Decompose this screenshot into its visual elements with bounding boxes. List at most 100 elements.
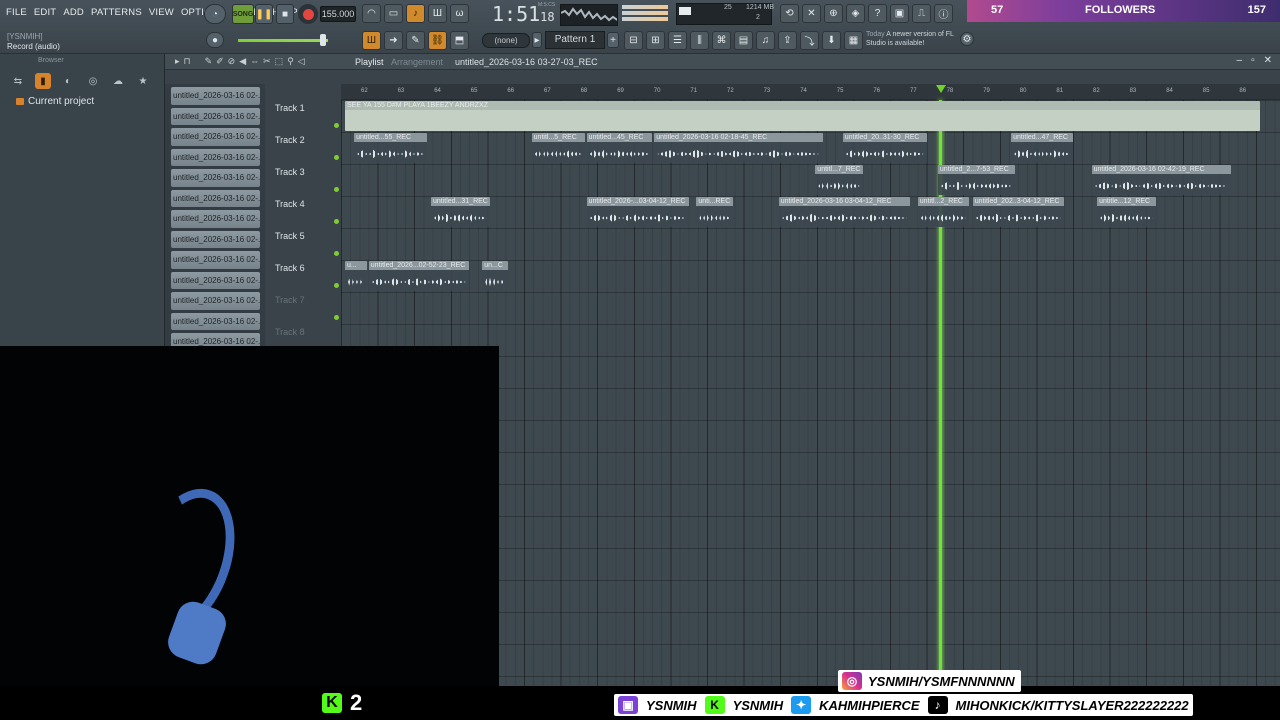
pattern-clip-item[interactable]: untitled_2026-03-16 02-... xyxy=(171,107,260,125)
menu-edit[interactable]: EDIT xyxy=(34,7,56,18)
audio-clip[interactable]: untitled_2026-03-16 02-42-19_REC xyxy=(1091,165,1231,195)
edison-icon[interactable]: ⇪ xyxy=(778,31,797,50)
mute-tool-icon[interactable]: ◀ xyxy=(239,56,246,67)
playback-tool-icon[interactable]: ◁ xyxy=(298,56,305,67)
pattern-clip-item[interactable]: untitled_2026-03-16 02-... xyxy=(171,189,260,207)
link-icon[interactable]: ⛓ xyxy=(428,31,447,50)
master-volume-slider[interactable] xyxy=(238,39,328,42)
audio-clip[interactable]: untitled_202..3-04-12_REC xyxy=(972,197,1065,227)
audio-clip[interactable]: untitled_2026...02-52-23_REC xyxy=(368,261,470,291)
metronome-icon[interactable]: ◔ xyxy=(204,4,226,24)
news-panel[interactable]: Today A newer version of FL Studio is av… xyxy=(866,30,966,48)
close-icon[interactable]: ✕ xyxy=(1264,55,1272,66)
track-header[interactable]: Track 7 xyxy=(273,292,341,324)
pattern-prev-icon[interactable]: ▸ xyxy=(532,32,542,48)
slice-tool-icon[interactable]: ✂ xyxy=(263,56,271,67)
track-mute-icon[interactable] xyxy=(334,123,339,128)
menu-patterns[interactable]: PATTERNS xyxy=(91,7,142,18)
news-gear-icon[interactable]: ⚙ xyxy=(960,32,974,46)
audio-clip[interactable]: untitl...7_REC xyxy=(815,165,863,195)
track-header[interactable]: Track 5 xyxy=(273,228,341,260)
track-mute-icon[interactable] xyxy=(334,155,339,160)
undo-history-icon[interactable]: ⟲ xyxy=(780,4,799,23)
audio-clip[interactable]: untitled...45_REC xyxy=(586,133,653,163)
pencil-icon[interactable]: ✎ xyxy=(406,31,425,50)
playlist-window-icon[interactable]: ⊟ xyxy=(624,31,643,50)
track-header[interactable]: Track 1 xyxy=(273,100,341,132)
delete-tool-icon[interactable]: ⊘ xyxy=(228,56,236,67)
wait-icon[interactable]: ◠ xyxy=(362,4,381,23)
pattern-selector[interactable]: Pattern 1 xyxy=(545,31,605,49)
magnet-icon[interactable]: ⊓ xyxy=(184,56,191,67)
audio-clip[interactable]: untitled_2...7-53_REC xyxy=(937,165,1015,195)
plugin-picker-icon[interactable]: ⌘ xyxy=(712,31,731,50)
track-header[interactable]: Track 4 xyxy=(273,196,341,228)
snap-selector[interactable]: (none) xyxy=(482,33,530,48)
stop-button[interactable]: ■ xyxy=(276,4,294,24)
help-icon[interactable]: ? xyxy=(868,4,887,23)
pattern-clip-item[interactable]: untitled_2026-03-16 02-... xyxy=(171,87,260,105)
browser-globe-icon[interactable]: ◎ xyxy=(85,73,101,89)
audio-clip[interactable]: untitled...31_REC xyxy=(431,197,490,227)
menu-view[interactable]: VIEW xyxy=(149,7,174,18)
tempo-display[interactable]: 155.000 xyxy=(320,6,356,22)
pattern-clip-item[interactable]: untitled_2026-03-16 02-... xyxy=(171,333,260,346)
browser-item-current-project[interactable]: Current project xyxy=(0,96,164,107)
arrow-icon[interactable]: ➜ xyxy=(384,31,403,50)
minimize-icon[interactable]: – xyxy=(1237,55,1243,66)
audio-clip[interactable]: un...C xyxy=(482,261,508,291)
menu-add[interactable]: ADD xyxy=(63,7,84,18)
timeline-ruler[interactable]: 62 63 64 65 66 67 68 69 70 71 72 73 74 75 76 77 78 79 80 81… xyxy=(341,84,1280,100)
slip-tool-icon[interactable]: ⇔ xyxy=(250,56,259,67)
plugin-icon[interactable]: ⎍ xyxy=(912,4,931,23)
browser-files-icon[interactable]: ▮ xyxy=(35,73,51,89)
download-icon[interactable]: ⬇ xyxy=(822,31,841,50)
blend-notes-icon[interactable]: Ш xyxy=(428,4,447,23)
paint-tool-icon[interactable]: ✐ xyxy=(216,56,224,67)
audio-clip[interactable]: untitled_2026-...03-04-12_REC xyxy=(586,197,690,227)
track-mute-icon[interactable] xyxy=(334,315,339,320)
audio-clip[interactable]: untitled_2026-03-16 03-04-12_REC xyxy=(778,197,911,227)
browser-back-icon[interactable]: ⇆ xyxy=(10,73,26,89)
audio-clip[interactable]: untitled_20..31-30_REC xyxy=(842,133,927,163)
tempo-tap-icon[interactable]: ◈ xyxy=(846,4,865,23)
track-mute-icon[interactable] xyxy=(334,251,339,256)
pattern-clip-item[interactable]: untitled_2026-03-16 02-... xyxy=(171,169,260,187)
tuner-icon[interactable]: ♫ xyxy=(756,31,775,50)
pattern-clip-item[interactable]: untitled_2026-03-16 02-... xyxy=(171,251,260,269)
record-button[interactable] xyxy=(298,4,318,24)
stamp-icon[interactable]: ⬒ xyxy=(450,31,469,50)
browser-plugins-icon[interactable]: ◐ xyxy=(60,73,76,89)
browser-window-icon[interactable]: ▤ xyxy=(734,31,753,50)
audio-input-icon[interactable]: ⊕ xyxy=(824,4,843,23)
piano-roll-icon[interactable]: ⊞ xyxy=(646,31,665,50)
track-header[interactable]: Track 2 xyxy=(273,132,341,164)
step-edit-icon[interactable]: ♪ xyxy=(406,4,425,23)
info-icon[interactable]: ⓘ xyxy=(934,4,953,23)
play-pause-button[interactable]: ❚❚ xyxy=(255,4,273,24)
audio-clip[interactable]: untitl...5_REC xyxy=(531,133,585,163)
track-mute-icon[interactable] xyxy=(334,219,339,224)
pattern-clip-item[interactable]: untitled_2026-03-16 02-... xyxy=(171,292,260,310)
zoom-tool-icon[interactable]: ⚲ xyxy=(287,56,294,67)
audio-clip[interactable]: untitled...55_REC xyxy=(354,133,428,163)
select-tool-icon[interactable]: ⬚ xyxy=(275,56,284,67)
mixer-window-icon[interactable]: ⫼ xyxy=(690,31,709,50)
menu-file[interactable]: FILE xyxy=(6,7,27,18)
pitch-knob-icon[interactable]: ● xyxy=(206,32,224,48)
channel-rack-icon[interactable]: ☰ xyxy=(668,31,687,50)
master-volume-handle[interactable] xyxy=(320,34,326,46)
pattern-clip-item[interactable]: untitled_2026-03-16 02-... xyxy=(171,210,260,228)
track-header[interactable]: Track 3 xyxy=(273,164,341,196)
save-icon[interactable]: ▣ xyxy=(890,4,909,23)
audio-clip[interactable]: untitl...2_REC xyxy=(917,197,970,227)
audio-clip[interactable]: u... xyxy=(345,261,367,291)
playlist-menu-icon[interactable]: ▸ xyxy=(175,56,180,67)
browser-star-icon[interactable]: ★ xyxy=(135,73,151,89)
arrangement-name[interactable]: untitled_2026-03-16 03-27-03_REC xyxy=(455,57,598,67)
audio-clip[interactable]: untitled_2026-03-16 02-18-45_REC xyxy=(654,133,823,163)
audio-clip[interactable]: untitled...47_REC xyxy=(1011,133,1074,163)
pattern-add-icon[interactable]: + xyxy=(607,32,619,48)
audio-clip[interactable]: unti...REC xyxy=(696,197,733,227)
browser-cloud-icon[interactable]: ☁ xyxy=(110,73,126,89)
